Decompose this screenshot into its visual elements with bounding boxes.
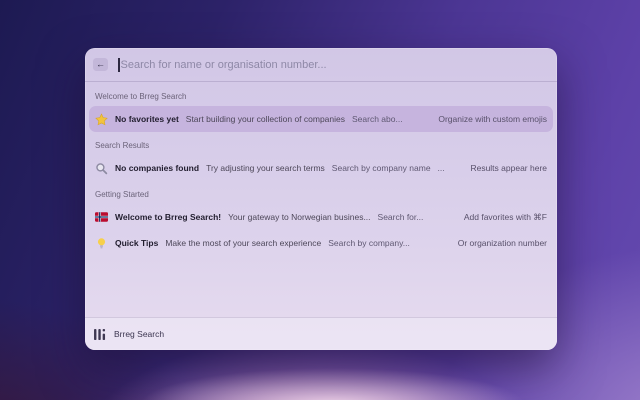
section: Search Results No companies found Try adju… [89,140,553,181]
footer-app-name: Brreg Search [114,329,165,339]
desktop-wallpaper: ← Welcome to Brreg Search No favorites ye… [0,0,640,400]
item-accessory: Search abo... [352,114,403,124]
item-accessory: Search by company... [328,238,410,248]
item-accessory: ... [437,163,445,173]
magnifier-icon [95,162,108,175]
item-subtitle: Your gateway to Norwegian busines... [228,212,371,222]
list-item[interactable]: Welcome to Brreg Search! Your gateway to … [89,204,553,230]
item-title: Welcome to Brreg Search! [115,212,222,222]
bulb-icon [95,237,108,250]
section-label: Search Results [95,141,150,150]
search-input[interactable] [120,58,549,71]
brreg-logo-icon [94,328,106,340]
item-title: No companies found [115,163,200,173]
item-right-accessory: Add favorites with ⌘F [463,211,547,222]
item-right-accessory: Or organization number [457,238,547,248]
section-label: Welcome to Brreg Search [95,92,187,101]
star-icon [95,112,108,126]
item-accessory: Search by company name [331,163,431,173]
item-title: Quick Tips [115,238,159,248]
text-cursor [118,57,120,72]
item-subtitle: Start building your collection of compan… [185,114,346,124]
section-label: Getting Started [95,190,149,199]
item-subtitle: Make the most of your search experience [165,238,322,248]
list-item[interactable]: No companies found Try adjusting your sea… [89,155,553,181]
back-button[interactable]: ← [93,58,108,71]
list-item[interactable]: Quick Tips Make the most of your search e… [89,230,553,256]
results-list: Welcome to Brreg Search No favorites yet S… [85,82,557,317]
item-accessory: Search for... [377,212,424,222]
footer-bar: Brreg Search [85,317,557,350]
item-right-accessory: Results appear here [470,163,547,173]
section: Welcome to Brreg Search No favorites yet S… [89,91,553,132]
list-item[interactable]: No favorites yet Start building your coll… [89,106,553,132]
item-subtitle: Try adjusting your search terms [206,163,325,173]
search-bar: ← [85,48,557,82]
section: Getting Started Welcome to Brreg Search! Y… [89,189,553,256]
norway-flag-icon [95,211,108,224]
item-title: No favorites yet [115,114,179,124]
item-right-accessory: Organize with custom emojis [438,114,547,124]
brreg-search-window: ← Welcome to Brreg Search No favorites ye… [85,48,557,350]
